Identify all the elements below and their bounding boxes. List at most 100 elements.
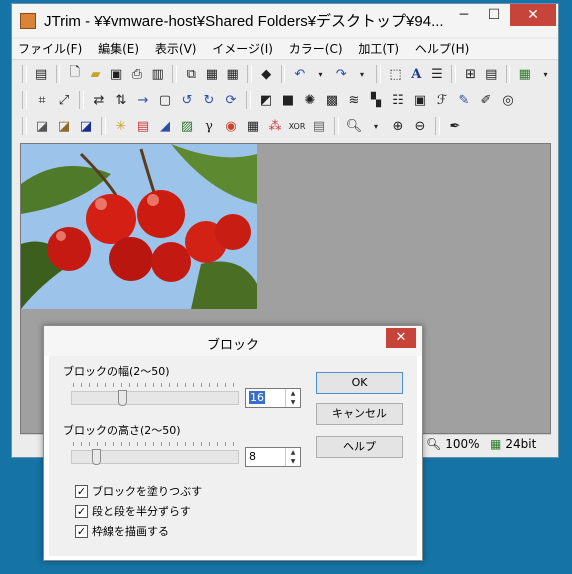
print-icon[interactable]: ⎙	[128, 64, 147, 84]
fill-block-checkbox[interactable]: ✓	[75, 484, 88, 498]
mosaic-icon[interactable]: ▩	[322, 90, 342, 110]
height-down-icon[interactable]: ▼	[286, 457, 300, 466]
zoom-icon[interactable]: 🔍︎	[344, 116, 364, 136]
gamma-icon[interactable]: γ	[199, 116, 219, 136]
grid-dropdown-icon[interactable]: ▾	[536, 64, 555, 84]
toolbar-grip[interactable]	[101, 117, 106, 135]
offset-rows-checkbox-row[interactable]: ✓ 段と段を半分ずらす	[75, 503, 191, 519]
grayscale-icon[interactable]: ◪	[32, 116, 52, 136]
height-slider-thumb[interactable]	[92, 449, 101, 465]
toolbar-grip[interactable]	[376, 65, 382, 83]
width-down-icon[interactable]: ▼	[286, 398, 300, 407]
rgb-icon[interactable]: ⁂	[265, 116, 285, 136]
canvas-size-icon[interactable]: ▢	[155, 90, 175, 110]
shadow-icon[interactable]: ◩	[256, 90, 276, 110]
border-icon[interactable]: ☰	[428, 64, 447, 84]
color-balance-icon[interactable]: ▤	[133, 116, 153, 136]
menu-view[interactable]: 表示(V)	[149, 39, 203, 59]
help-button[interactable]: ヘルプ	[316, 436, 403, 458]
grid-color-icon[interactable]: ▦	[515, 64, 534, 84]
ok-button[interactable]: OK	[316, 372, 403, 394]
menu-process[interactable]: 加工(T)	[352, 39, 405, 59]
draw-border-checkbox-row[interactable]: ✓ 枠線を描画する	[75, 523, 169, 539]
toolbar-grip[interactable]	[247, 65, 252, 83]
menu-file[interactable]: ファイル(F)	[12, 39, 88, 59]
menu-image[interactable]: イメージ(I)	[206, 39, 279, 59]
block-width-input[interactable]: 16	[249, 391, 265, 404]
block-height-stepper[interactable]: 8 ▲ ▼	[245, 447, 301, 467]
toolbar-grip[interactable]	[435, 117, 440, 135]
filmstrip-icon[interactable]: ▤	[482, 64, 501, 84]
block-icon[interactable]: ▣	[410, 90, 430, 110]
blinds-icon[interactable]: ☷	[388, 90, 408, 110]
toolbar-grip[interactable]	[55, 65, 61, 83]
menu-edit[interactable]: 編集(E)	[92, 39, 145, 59]
color-wheel-icon[interactable]: ◉	[221, 116, 241, 136]
gradient-icon[interactable]: ▤	[309, 116, 329, 136]
crop-select-icon[interactable]: ⬚	[386, 64, 405, 84]
scan-icon[interactable]: ▥	[148, 64, 167, 84]
copy-icon[interactable]: ⧉	[182, 64, 201, 84]
xor-icon[interactable]: XOR	[287, 116, 307, 136]
zoom-in-icon[interactable]: ⊕	[388, 116, 408, 136]
sepia-icon[interactable]: ◪	[54, 116, 74, 136]
width-slider-thumb[interactable]	[118, 390, 127, 406]
zoom-dropdown-icon[interactable]: ▾	[366, 116, 386, 136]
block-width-slider[interactable]	[71, 390, 239, 406]
toolbar-grip[interactable]	[505, 65, 511, 83]
redo-dropdown-icon[interactable]: ▾	[353, 64, 372, 84]
minimize-button[interactable]: ─	[450, 4, 478, 26]
toolbar-grip[interactable]	[22, 91, 27, 109]
dialog-title-bar[interactable]: ブロック ✕	[44, 326, 422, 356]
toolbar-grip[interactable]	[79, 91, 84, 109]
maximize-button[interactable]: ☐	[480, 4, 508, 26]
resize-icon[interactable]: ⤢	[54, 90, 74, 110]
pencil-icon[interactable]: ✎	[454, 90, 474, 110]
title-bar[interactable]: JTrim - ¥¥vmware-host¥Shared Folders¥デスク…	[12, 4, 558, 37]
redo-icon[interactable]: ↷	[332, 64, 351, 84]
zoom-out-icon[interactable]: ⊖	[410, 116, 430, 136]
toolbar-grip[interactable]	[22, 117, 27, 135]
open-folder-icon[interactable]: ▰	[86, 64, 105, 84]
eyedropper-icon[interactable]: ✒	[445, 116, 465, 136]
toolbar-grip[interactable]	[22, 65, 27, 83]
wave-icon[interactable]: ≋	[344, 90, 364, 110]
new-file-icon[interactable]: 🗋	[65, 64, 84, 84]
draw-border-checkbox[interactable]: ✓	[75, 524, 88, 538]
checker-icon[interactable]: ▦	[243, 116, 263, 136]
properties-icon[interactable]: ▤	[32, 64, 51, 84]
toolbar-grip[interactable]	[172, 65, 177, 83]
block-height-slider[interactable]	[71, 449, 239, 465]
cancel-button[interactable]: キャンセル	[316, 403, 403, 425]
toolbar-grip[interactable]	[246, 91, 251, 109]
undo-icon[interactable]: ↶	[290, 64, 309, 84]
block-width-stepper[interactable]: 16 ▲ ▼	[245, 388, 301, 408]
rotate-right-90-icon[interactable]: ↻	[199, 90, 219, 110]
thumbnail-icon[interactable]: ⊞	[461, 64, 480, 84]
image-adjust-icon[interactable]: ▨	[177, 116, 197, 136]
offset-rows-checkbox[interactable]: ✓	[75, 504, 88, 518]
hue-icon[interactable]: ◢	[155, 116, 175, 136]
height-up-icon[interactable]: ▲	[286, 448, 300, 457]
swirl-icon[interactable]: ◎	[498, 90, 518, 110]
capture-icon[interactable]: ◆	[257, 64, 276, 84]
eraser-icon[interactable]: ✐	[476, 90, 496, 110]
dialog-close-button[interactable]: ✕	[386, 328, 416, 348]
tile-icon[interactable]: ▚	[366, 90, 386, 110]
burst-icon[interactable]: ✺	[300, 90, 320, 110]
block-height-input[interactable]: 8	[249, 450, 256, 463]
menu-help[interactable]: ヘルプ(H)	[409, 39, 475, 59]
bevel-icon[interactable]: ■	[278, 90, 298, 110]
flip-horizontal-icon[interactable]: ⇄	[89, 90, 109, 110]
brightness-icon[interactable]: ✳	[111, 116, 131, 136]
menu-color[interactable]: カラー(C)	[283, 39, 349, 59]
fill-block-checkbox-row[interactable]: ✓ ブロックを塗りつぶす	[75, 483, 202, 499]
paste-new-icon[interactable]: ▦	[223, 64, 242, 84]
rotate-left-90-icon[interactable]: ↺	[177, 90, 197, 110]
toolbar-grip[interactable]	[451, 65, 457, 83]
negative-icon[interactable]: ◪	[76, 116, 96, 136]
close-button[interactable]: ✕	[510, 4, 556, 26]
rotate-free-icon[interactable]: ⟳	[221, 90, 241, 110]
paste-icon[interactable]: ▦	[203, 64, 222, 84]
toolbar-grip[interactable]	[280, 65, 286, 83]
